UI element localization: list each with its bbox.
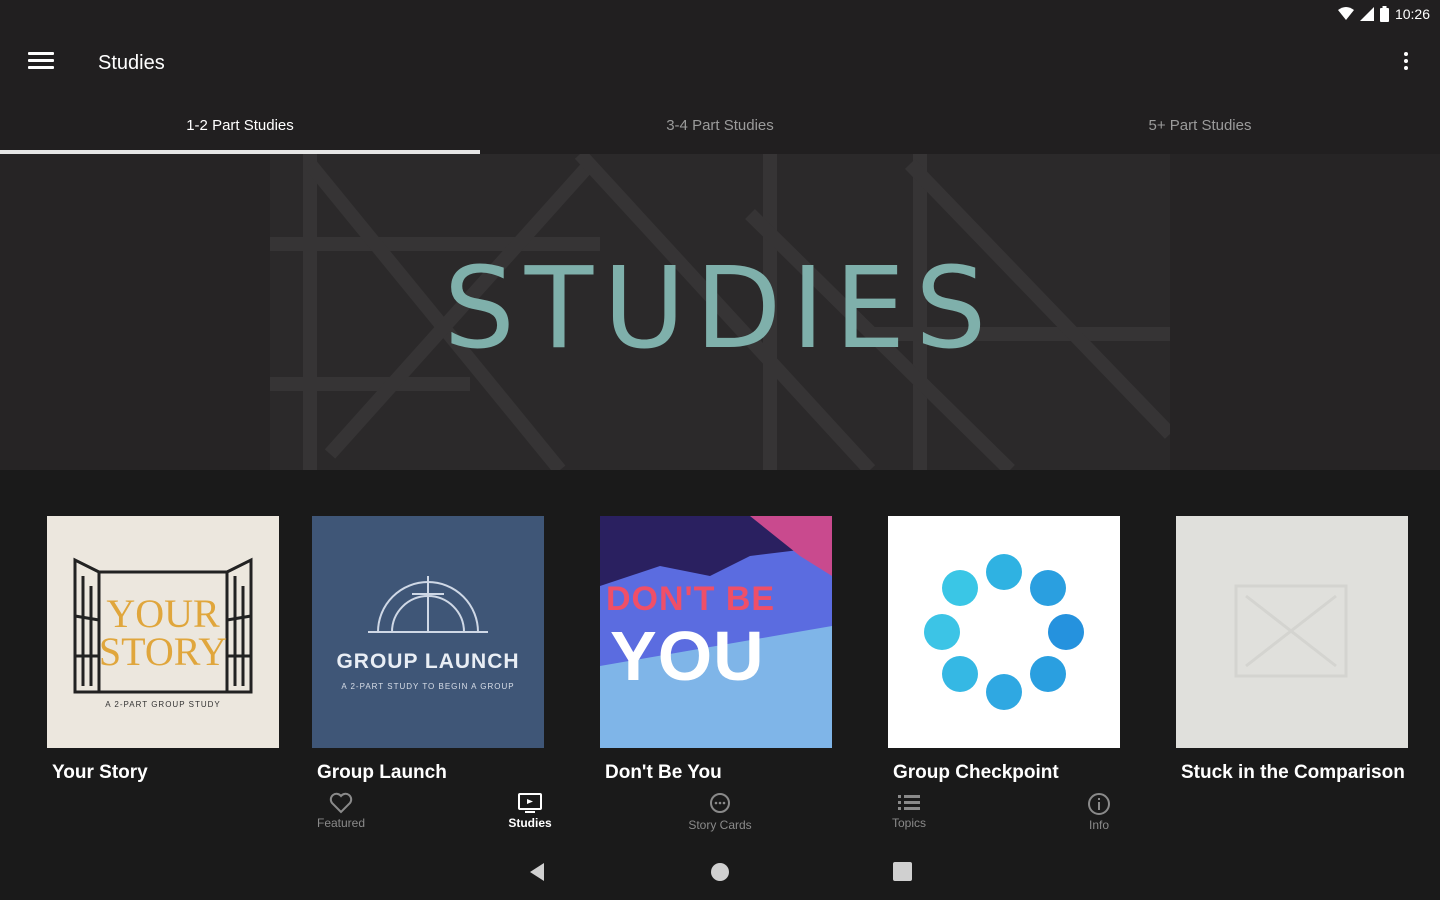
info-icon (1088, 793, 1110, 815)
hero-banner: STUDIES (0, 154, 1440, 470)
bottom-navigation: Featured Studies Story Cards Topics Info (0, 790, 1440, 842)
study-thumbnail (888, 516, 1120, 748)
heart-icon (329, 792, 353, 814)
home-icon[interactable] (710, 862, 730, 882)
study-card[interactable]: YOUR STORY A 2-PART GROUP STUDY Your Sto… (47, 516, 279, 784)
art-line-2: STORY (98, 629, 228, 674)
nav-item-studies[interactable]: Studies (490, 790, 570, 830)
nav-label: Featured (316, 816, 366, 830)
hero-title: STUDIES (443, 244, 997, 374)
tv-icon (518, 793, 542, 813)
recents-icon[interactable] (893, 862, 912, 881)
art-headline: GROUP LAUNCH (336, 650, 520, 673)
study-thumbnail: DON'T BE YOU (600, 516, 832, 748)
nav-item-story-cards[interactable]: Story Cards (680, 790, 760, 832)
wifi-icon (1337, 7, 1354, 20)
nav-item-topics[interactable]: Topics (869, 790, 949, 830)
study-thumbnail: GROUP LAUNCH A 2-PART STUDY TO BEGIN A G… (312, 516, 544, 748)
study-card[interactable]: DON'T BE YOU Don't Be You (600, 516, 832, 784)
study-thumbnail (1176, 516, 1408, 748)
list-icon (898, 795, 920, 810)
tab-3-4-part-studies[interactable]: 3-4 Part Studies (480, 98, 960, 154)
nav-label: Topics (891, 816, 926, 830)
study-title: Group Checkpoint (893, 762, 1059, 783)
study-title: Don't Be You (605, 762, 722, 783)
chat-bubble-icon (710, 793, 730, 813)
studies-list: YOUR STORY A 2-PART GROUP STUDY Your Sto… (0, 470, 1440, 790)
art-line-1: DON'T BE (606, 580, 776, 618)
study-card[interactable]: Group Checkpoint (888, 516, 1120, 784)
study-title: Group Launch (317, 762, 447, 783)
hamburger-menu-icon[interactable] (28, 52, 54, 76)
back-icon[interactable] (528, 862, 546, 882)
system-navigation-bar (0, 842, 1440, 900)
tab-1-2-part-studies[interactable]: 1-2 Part Studies (0, 98, 480, 154)
battery-icon (1379, 6, 1389, 22)
art-line-2: YOU (610, 617, 765, 695)
nav-label: Story Cards (688, 818, 752, 832)
tab-bar: 1-2 Part Studies 3-4 Part Studies 5+ Par… (0, 98, 1440, 154)
page-title: Studies (98, 52, 165, 74)
study-title: Stuck in the Comparison (1181, 762, 1405, 783)
app-bar: Studies (0, 30, 1440, 98)
study-card[interactable]: GROUP LAUNCH A 2-PART STUDY TO BEGIN A G… (312, 516, 544, 784)
art-subtitle: A 2-PART STUDY TO BEGIN A GROUP (341, 682, 515, 691)
study-thumbnail: YOUR STORY A 2-PART GROUP STUDY (47, 516, 279, 748)
signal-icon (1359, 7, 1374, 21)
status-bar: 10:26 (0, 0, 1440, 30)
nav-item-featured[interactable]: Featured (301, 790, 381, 830)
art-subtitle: A 2-PART GROUP STUDY (105, 700, 221, 709)
status-time: 10:26 (1394, 6, 1430, 22)
more-vert-icon[interactable] (1394, 52, 1418, 80)
art-line-1: YOUR (106, 591, 220, 636)
nav-label: Info (1088, 818, 1109, 832)
tab-5-plus-part-studies[interactable]: 5+ Part Studies (960, 98, 1440, 154)
study-title: Your Story (52, 762, 148, 783)
study-card[interactable]: Stuck in the Comparison (1176, 516, 1408, 784)
nav-label: Studies (508, 816, 552, 830)
nav-item-info[interactable]: Info (1059, 790, 1139, 832)
